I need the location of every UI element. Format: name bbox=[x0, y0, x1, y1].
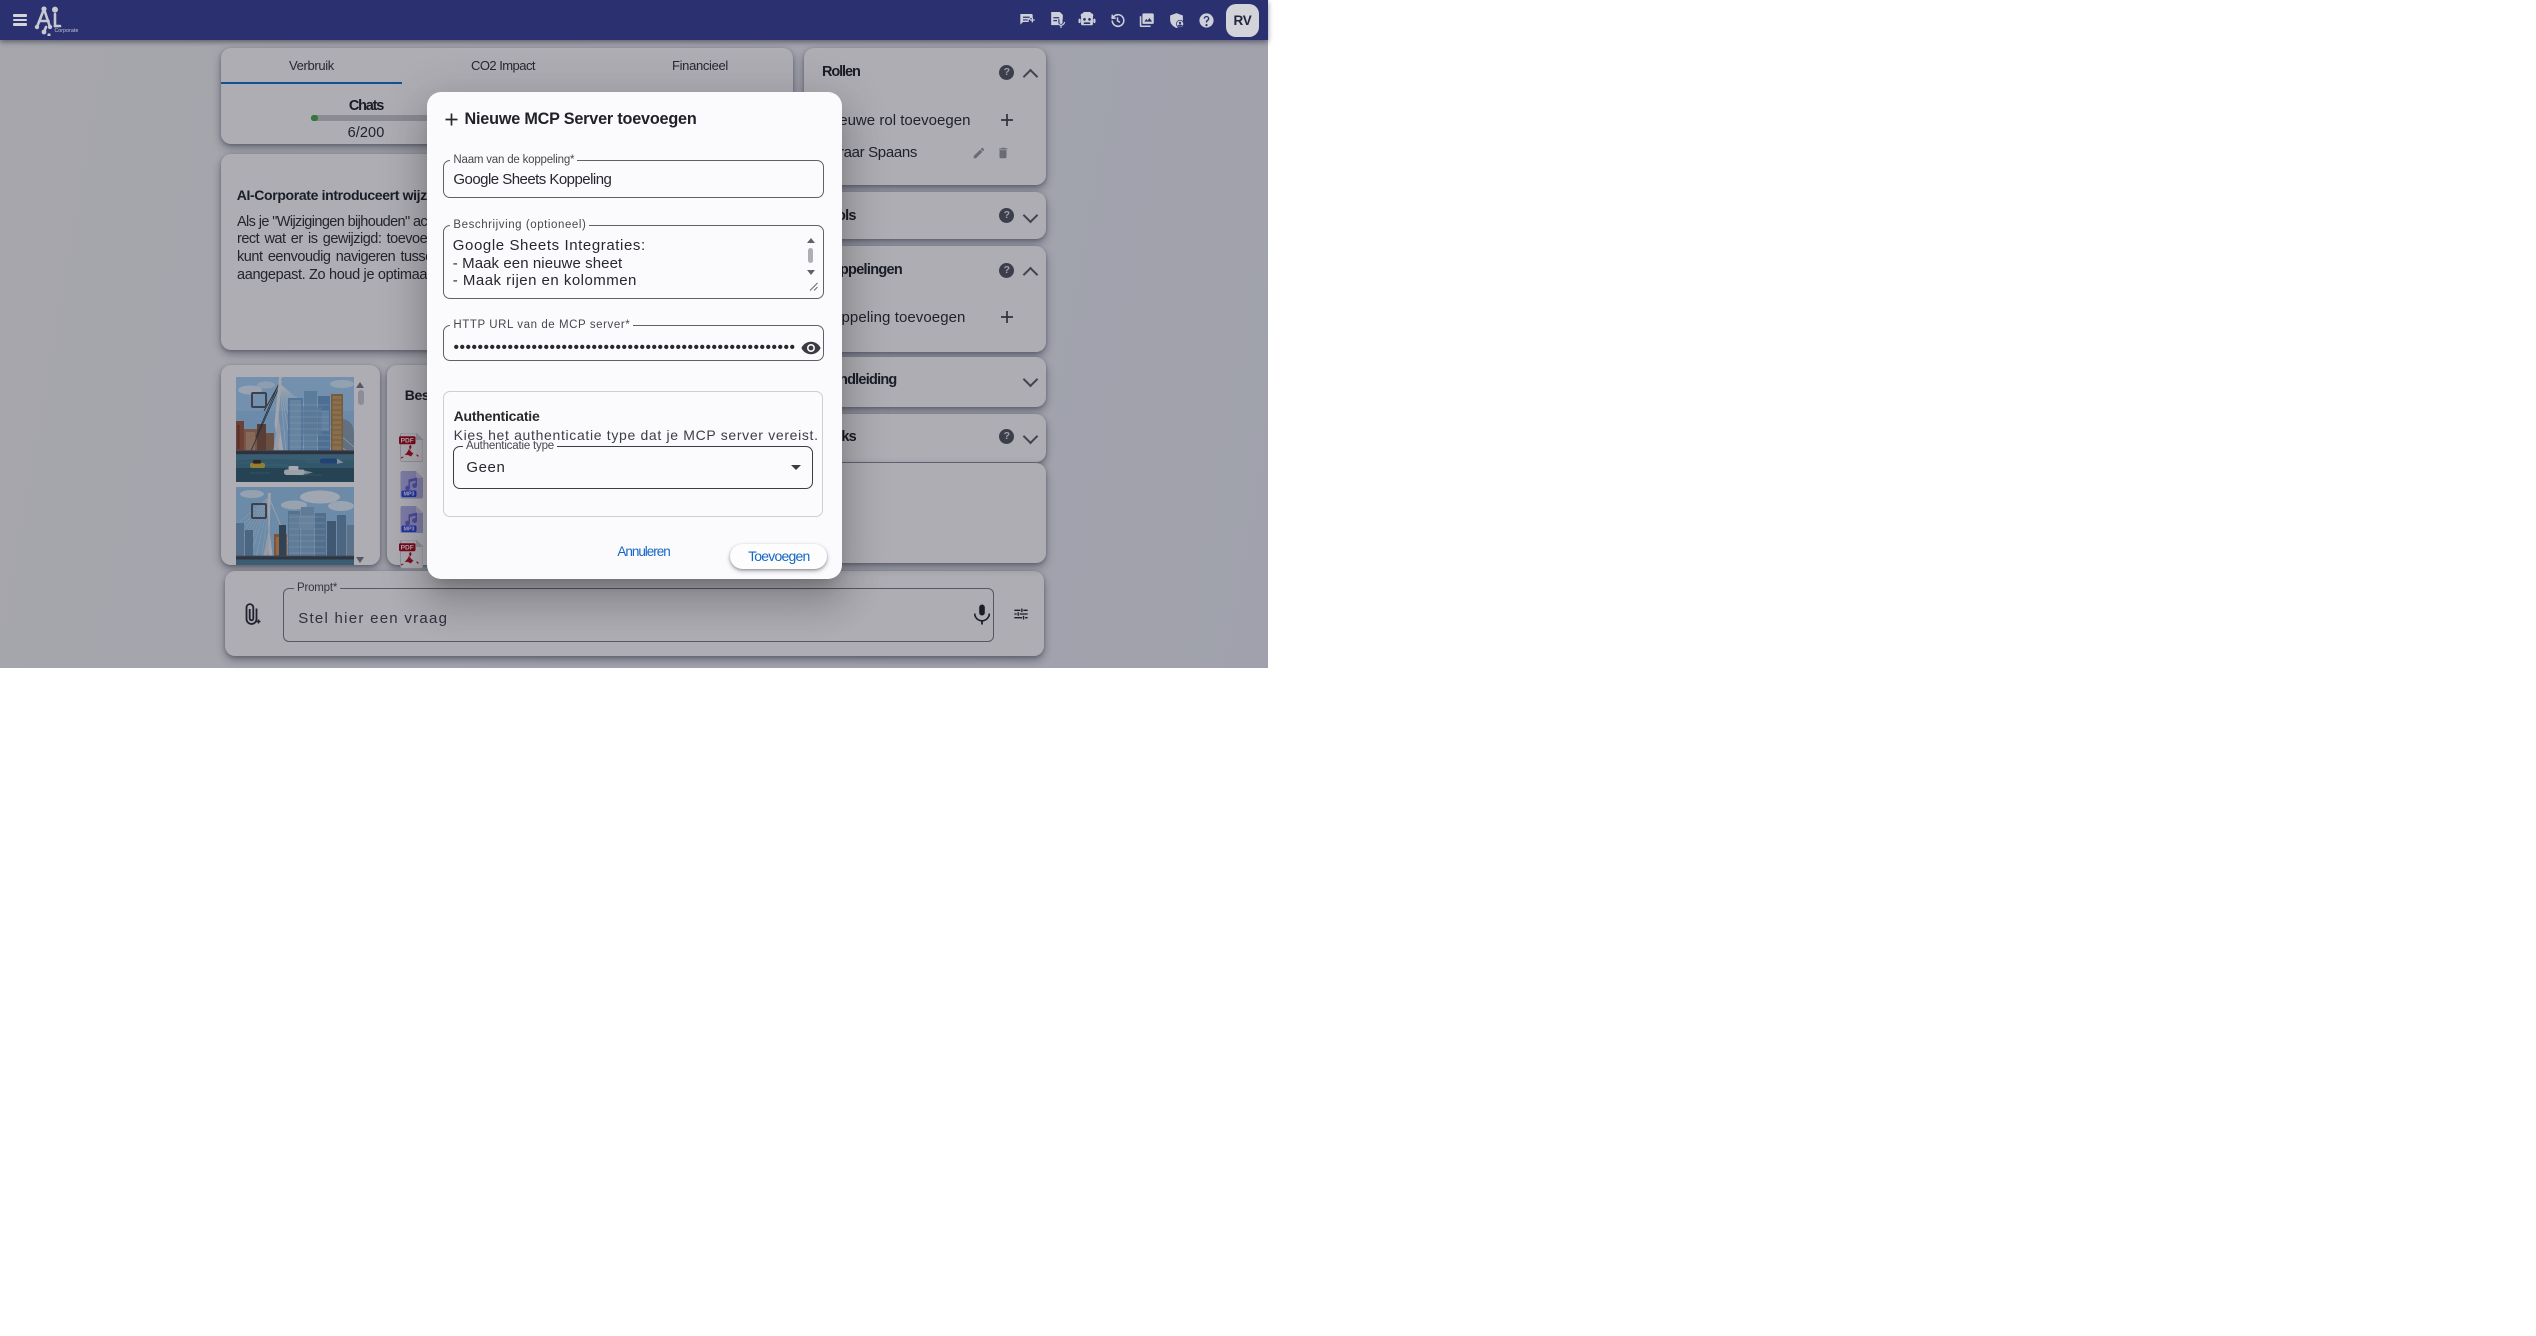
svg-text:Corporate: Corporate bbox=[55, 28, 79, 34]
